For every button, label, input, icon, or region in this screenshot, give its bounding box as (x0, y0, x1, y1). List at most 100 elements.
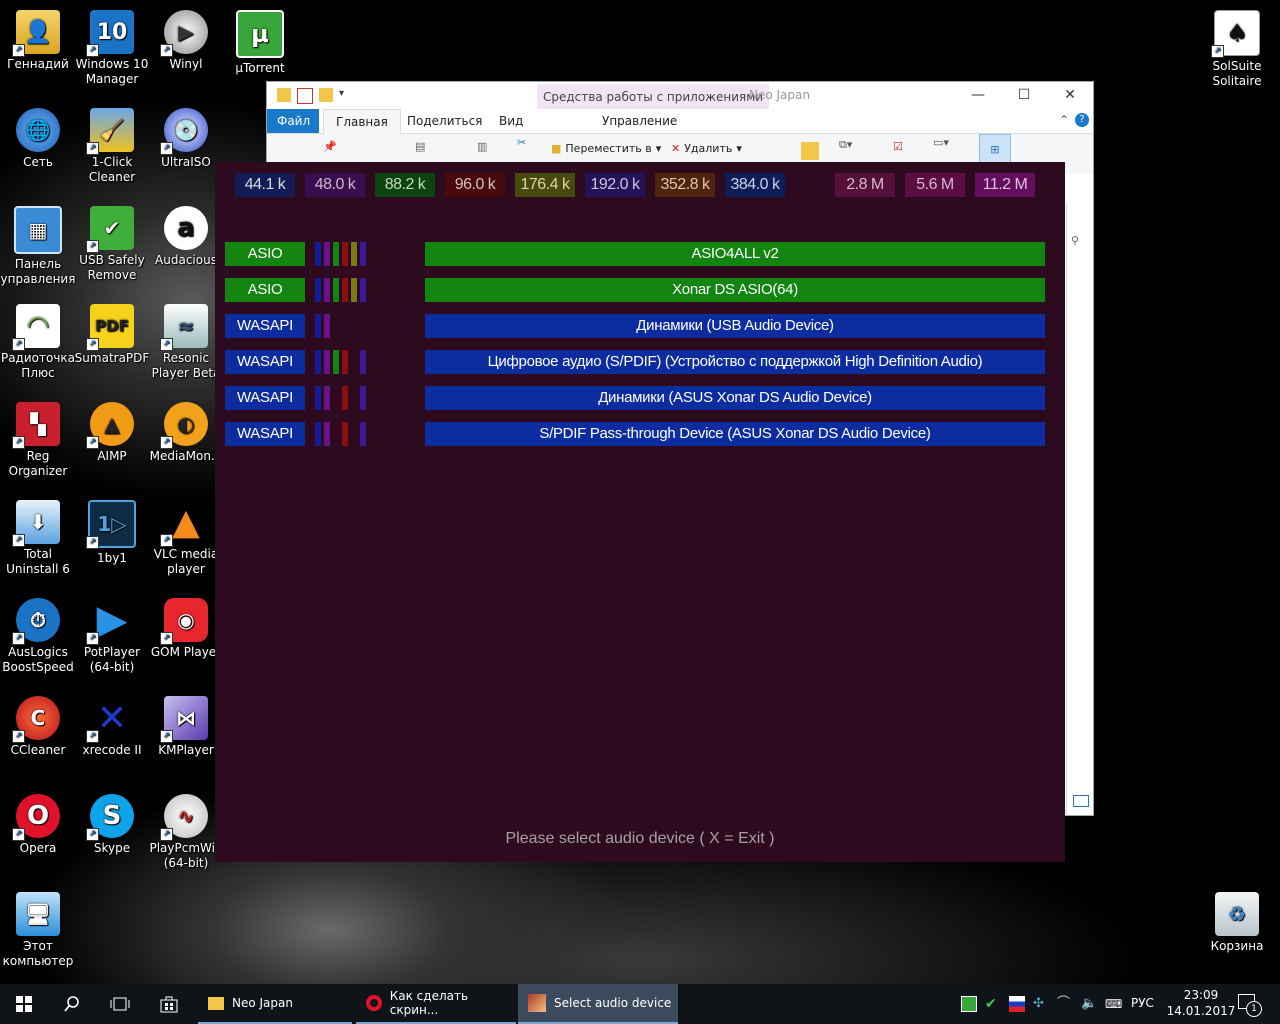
device-name-4[interactable]: Динамики (ASUS Xonar DS Audio Device) (425, 386, 1045, 410)
new-item-icon[interactable]: ⧉▾ (839, 138, 852, 152)
desktop-icon-ultraiso[interactable]: 💿 ↗ UltraISO (148, 108, 224, 170)
desktop-icon-skype[interactable]: S ↗ Skype (74, 794, 150, 856)
help-icon[interactable]: ? (1075, 113, 1089, 127)
desktop-icon-auslogics[interactable]: ⏱ ↗ AusLogics BoostSpeed (0, 598, 76, 675)
move-to-button[interactable]: ■ Переместить в ▾ (551, 142, 661, 155)
new-folder-icon[interactable] (319, 88, 333, 102)
cut-icon[interactable]: ✂ (517, 136, 526, 149)
volume-icon[interactable]: 🔈 (1081, 996, 1097, 1012)
desktop-icon-total-uninstall[interactable]: ⬇ ↗ Total Uninstall 6 (0, 500, 76, 577)
large-icons-view-icon[interactable] (1073, 795, 1089, 807)
taskbar-item-opera[interactable]: Как сделать скрин... (356, 984, 516, 1024)
new-folder-ribbon-icon[interactable] (801, 142, 819, 160)
desktop-icon-control-panel[interactable]: ▦ Панель управления (0, 206, 76, 287)
language-flag-icon[interactable] (1009, 996, 1025, 1012)
desktop-icon-potplayer[interactable]: ▶ ↗ PotPlayer (64-bit) (74, 598, 150, 675)
properties-icon[interactable] (297, 88, 313, 104)
utorrent-tray-icon[interactable] (961, 996, 977, 1012)
device-api-0[interactable]: ASIO (225, 242, 305, 266)
desktop-icon-solsuite[interactable]: ♠ ↗ SolSuite Solitaire (1199, 10, 1275, 89)
delete-button[interactable]: ✕ Удалить ▾ (671, 142, 742, 155)
network-app-tray-icon[interactable]: ✣ (1033, 996, 1049, 1012)
paste-icon[interactable]: ▥ (477, 140, 487, 153)
desktop-icon-user[interactable]: 👤 ↗ Геннадий (0, 10, 76, 72)
desktop-icon-kmplayer[interactable]: ⋈ ↗ KMPlayer (148, 696, 224, 758)
desktop-icon-1by1[interactable]: 1▷ ↗ 1by1 (74, 500, 150, 566)
minimize-button[interactable]: — (955, 82, 1001, 109)
audio-device-selector-window[interactable]: 44.1 k 48.0 k 88.2 k 96.0 k 176.4 k 192.0 k 35… (215, 162, 1065, 862)
desktop-icon-gom-player[interactable]: ◉ ↗ GOM Player (148, 598, 224, 660)
desktop-icon-network[interactable]: 🌐 Сеть (0, 108, 76, 170)
pin-icon[interactable]: 📌 (323, 140, 337, 153)
taskbar-item-select-audio-device[interactable]: Select audio device (518, 984, 678, 1024)
vlc-cone-icon: ▲ ↗ (160, 500, 208, 547)
ribbon-collapse-icon[interactable]: ⌃ (1059, 113, 1069, 127)
clock[interactable]: 23:09 14.01.2017 (1166, 987, 1236, 1019)
sample-rate-10: 11.2 M (975, 173, 1035, 197)
device-2-rate-swatch-1 (324, 314, 330, 338)
qat-dropdown-icon[interactable]: ▾ (339, 88, 353, 102)
close-button[interactable]: ✕ (1047, 82, 1093, 109)
search-icon[interactable]: ⚲ (1071, 234, 1079, 247)
action-center-button[interactable]: 1 (1238, 992, 1262, 1017)
desktop-icon-this-pc[interactable]: 🖥 Этот компьютер (0, 892, 76, 969)
tab-manage[interactable]: Управление (590, 109, 689, 133)
open-icon[interactable]: ▭▾ (933, 136, 949, 149)
desktop-icon-aimp[interactable]: ▲ ↗ AIMP (74, 402, 150, 464)
clock-time: 23:09 (1183, 988, 1219, 1002)
properties-check-icon[interactable]: ☑ (893, 140, 903, 153)
wifi-signal-icon: ◠ ↗ (12, 304, 60, 351)
desktop-icon-winyl[interactable]: ▶ ↗ Winyl (148, 10, 224, 72)
sample-rate-6: 352.8 k (655, 173, 715, 197)
task-view-icon (110, 997, 130, 1011)
desktop-icon-vlc[interactable]: ▲ ↗ VLC media player (148, 500, 224, 577)
start-button[interactable] (0, 984, 48, 1024)
tab-home[interactable]: Главная (323, 109, 401, 135)
store-button[interactable] (144, 984, 194, 1024)
network-icon[interactable]: ⌒ (1057, 996, 1073, 1012)
search-button[interactable] (48, 984, 96, 1024)
device-name-0[interactable]: ASIO4ALL v2 (425, 242, 1045, 266)
input-language[interactable]: РУС (1131, 996, 1154, 1010)
device-name-2[interactable]: Динамики (USB Audio Device) (425, 314, 1045, 338)
desktop-icon-resonic[interactable]: ≈ ↗ Resonic Player Beta (148, 304, 224, 381)
desktop-icon-ccleaner[interactable]: C ↗ CCleaner (0, 696, 76, 758)
device-name-1[interactable]: Xonar DS ASIO(64) (425, 278, 1045, 302)
desktop-icon-sumatrapdf[interactable]: PDF ↗ SumatraPDF (74, 304, 150, 366)
desktop-icon-opera[interactable]: O ↗ Opera (0, 794, 76, 856)
usb-safely-remove-tray-icon[interactable]: ✔ (985, 996, 1001, 1012)
desktop-icon-1click-cleaner[interactable]: 🧹 ↗ 1-Click Cleaner (74, 108, 150, 185)
desktop-icon-mediamonkey[interactable]: ◐ ↗ MediaMon... (148, 402, 224, 464)
device-api-3[interactable]: WASAPI (225, 350, 305, 374)
desktop-icon-utorrent[interactable]: µ µTorrent (222, 10, 298, 76)
desktop-icon-usb-safely-remove[interactable]: ✔ ↗ USB Safely Remove (74, 206, 150, 283)
aimp-icon: ▲ ↗ (86, 402, 134, 449)
desktop-icon-audacious[interactable]: a Audacious (148, 206, 224, 268)
tab-view[interactable]: Вид (487, 109, 535, 133)
desktop-icon-playpcmwin[interactable]: ∿ ↗ PlayPcmWin (64-bit) (148, 794, 224, 871)
desktop-icon-recycle-bin[interactable]: ♻ Корзина (1199, 892, 1275, 954)
copy-icon[interactable]: ▤ (415, 140, 425, 153)
device-api-5[interactable]: WASAPI (225, 422, 305, 446)
taskbar-item-explorer[interactable]: Neo Japan (198, 984, 352, 1024)
device-3-rate-swatch-1 (324, 350, 330, 374)
task-view-button[interactable] (96, 984, 144, 1024)
tab-share[interactable]: Поделиться (395, 109, 494, 133)
folder-icon[interactable] (277, 88, 291, 102)
desktop-icon-win10-manager[interactable]: 10 ↗ Windows 10 Manager (74, 10, 150, 87)
tab-file[interactable]: Файл (267, 109, 319, 133)
desktop-icon-xrecode[interactable]: ✕ ↗ xrecode II (74, 696, 150, 758)
maximize-button[interactable]: ☐ (1001, 82, 1047, 109)
desktop-icon-radiotochka[interactable]: ◠ ↗ Радиоточка Плюс (0, 304, 76, 381)
keyboard-icon[interactable]: ⌨ (1105, 996, 1122, 1012)
sample-rate-1: 48.0 k (305, 173, 365, 197)
explorer-content-edge[interactable]: ⚲ (1066, 202, 1093, 815)
device-api-2[interactable]: WASAPI (225, 314, 305, 338)
device-api-4[interactable]: WASAPI (225, 386, 305, 410)
device-name-5[interactable]: S/PDIF Pass-through Device (ASUS Xonar D… (425, 422, 1045, 446)
device-name-3[interactable]: Цифровое аудио (S/PDIF) (Устройство с по… (425, 350, 1045, 374)
desktop-icon-reg-organizer[interactable]: ▚ ↗ Reg Organizer (0, 402, 76, 479)
device-api-1[interactable]: ASIO (225, 278, 305, 302)
explorer-titlebar[interactable]: ▾ Средства работы с приложениями Neo Jap… (267, 82, 1093, 109)
context-tab-app-tools[interactable]: Средства работы с приложениями (537, 84, 770, 109)
